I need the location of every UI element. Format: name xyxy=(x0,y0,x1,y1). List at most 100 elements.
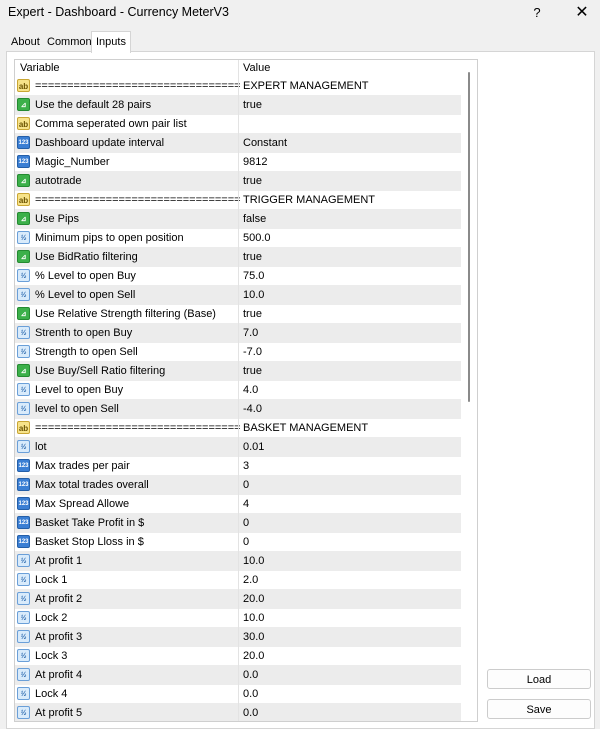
table-row[interactable]: ⊿ Use the default 28 pairs true xyxy=(15,96,461,115)
table-row[interactable]: ab ================================ BASKET… xyxy=(15,419,461,438)
variable-value[interactable]: -4.0 xyxy=(243,403,262,415)
table-row[interactable]: 123 Basket Take Profit in $ 0 xyxy=(15,514,461,533)
variable-value[interactable]: 20.0 xyxy=(243,650,264,662)
column-divider xyxy=(238,552,239,571)
table-row[interactable]: ⊿ Use Relative Strength filtering (Base) t… xyxy=(15,305,461,324)
table-row[interactable]: ½ Lock 3 20.0 xyxy=(15,647,461,666)
table-row[interactable]: ½ Strength to open Sell -7.0 xyxy=(15,343,461,362)
variable-value[interactable]: 9812 xyxy=(243,156,267,168)
variable-name: Minimum pips to open position xyxy=(35,232,184,244)
column-header-value[interactable]: Value xyxy=(243,62,270,74)
variable-value[interactable]: Constant xyxy=(243,137,287,149)
save-button[interactable]: Save xyxy=(487,699,591,719)
variable-value[interactable]: 20.0 xyxy=(243,593,264,605)
double-type-icon: ½ xyxy=(17,668,30,681)
variable-value[interactable]: 30.0 xyxy=(243,631,264,643)
table-row[interactable]: ½ Lock 2 10.0 xyxy=(15,609,461,628)
variable-value[interactable]: true xyxy=(243,175,262,187)
bool-type-icon: ⊿ xyxy=(17,212,30,225)
column-divider xyxy=(238,210,239,229)
variable-value[interactable]: 0.01 xyxy=(243,441,264,453)
table-row[interactable]: ½ At profit 2 20.0 xyxy=(15,590,461,609)
bool-type-icon: ⊿ xyxy=(17,174,30,187)
variable-value[interactable]: 2.0 xyxy=(243,574,258,586)
load-button[interactable]: Load xyxy=(487,669,591,689)
variable-value[interactable]: 75.0 xyxy=(243,270,264,282)
variable-value[interactable]: 4.0 xyxy=(243,384,258,396)
variable-name: autotrade xyxy=(35,175,82,187)
table-row[interactable]: 123 Max trades per pair 3 xyxy=(15,457,461,476)
close-button[interactable]: ✕ xyxy=(571,3,593,23)
variable-name: Lock 2 xyxy=(35,612,68,624)
variable-value[interactable]: 7.0 xyxy=(243,327,258,339)
table-row[interactable]: ab ================================ TRIGGE… xyxy=(15,191,461,210)
table-row[interactable]: ½ lot 0.01 xyxy=(15,438,461,457)
variable-name: Max trades per pair xyxy=(35,460,130,472)
tab-about[interactable]: About xyxy=(7,33,44,51)
table-row[interactable]: ½ Minimum pips to open position 500.0 xyxy=(15,229,461,248)
table-row[interactable]: ½ At profit 1 10.0 xyxy=(15,552,461,571)
variable-value[interactable]: true xyxy=(243,251,262,263)
scrollbar-thumb[interactable] xyxy=(468,72,470,402)
variable-value[interactable]: 0.0 xyxy=(243,669,258,681)
integer-type-icon: 123 xyxy=(17,535,30,548)
variable-value[interactable]: 4 xyxy=(243,498,249,510)
table-row[interactable]: ½ Lock 1 2.0 xyxy=(15,571,461,590)
column-header-variable[interactable]: Variable xyxy=(20,62,60,74)
table-row[interactable]: 123 Max total trades overall 0 xyxy=(15,476,461,495)
table-row[interactable]: ½ Lock 4 0.0 xyxy=(15,685,461,704)
table-row[interactable]: ½ Level to open Buy 4.0 xyxy=(15,381,461,400)
table-row[interactable]: ½ Strenth to open Buy 7.0 xyxy=(15,324,461,343)
table-row[interactable]: 123 Dashboard update interval Constant xyxy=(15,134,461,153)
table-row[interactable]: ⊿ Use BidRatio filtering true xyxy=(15,248,461,267)
variable-value[interactable]: 500.0 xyxy=(243,232,271,244)
tab-inputs[interactable]: Inputs xyxy=(91,31,131,53)
table-row[interactable]: ab ================================ EXPERT… xyxy=(15,77,461,96)
variable-value[interactable]: EXPERT MANAGEMENT xyxy=(243,80,369,92)
variable-value[interactable]: 10.0 xyxy=(243,555,264,567)
column-divider xyxy=(238,514,239,533)
variable-value[interactable]: 10.0 xyxy=(243,289,264,301)
variable-value[interactable]: 0 xyxy=(243,536,249,548)
table-row[interactable]: 123 Max Spread Allowe 4 xyxy=(15,495,461,514)
table-row[interactable]: ½ level to open Sell -4.0 xyxy=(15,400,461,419)
table-row[interactable]: ½ At profit 4 0.0 xyxy=(15,666,461,685)
grid-rows: ab ================================ EXPERT… xyxy=(15,77,461,721)
variable-value[interactable]: BASKET MANAGEMENT xyxy=(243,422,368,434)
variable-value[interactable]: 3 xyxy=(243,460,249,472)
column-divider xyxy=(238,419,239,438)
variable-name: Lock 4 xyxy=(35,688,68,700)
table-row[interactable]: 123 Basket Stop Lloss in $ 0 xyxy=(15,533,461,552)
tab-common[interactable]: Common xyxy=(43,33,96,51)
table-row[interactable]: ½ % Level to open Buy 75.0 xyxy=(15,267,461,286)
bool-type-icon: ⊿ xyxy=(17,250,30,263)
variable-value[interactable]: 0 xyxy=(243,517,249,529)
table-row[interactable]: 123 Magic_Number 9812 xyxy=(15,153,461,172)
help-button[interactable]: ? xyxy=(526,3,548,23)
variable-value[interactable]: true xyxy=(243,99,262,111)
variable-value[interactable]: 10.0 xyxy=(243,612,264,624)
table-row[interactable]: ⊿ autotrade true xyxy=(15,172,461,191)
column-divider xyxy=(238,286,239,305)
table-row[interactable]: ½ At profit 3 30.0 xyxy=(15,628,461,647)
table-row[interactable]: ½ At profit 5 0.0 xyxy=(15,704,461,721)
table-row[interactable]: ⊿ Use Buy/Sell Ratio filtering true xyxy=(15,362,461,381)
table-row[interactable]: ½ % Level to open Sell 10.0 xyxy=(15,286,461,305)
double-type-icon: ½ xyxy=(17,687,30,700)
variable-value[interactable]: false xyxy=(243,213,266,225)
variable-value[interactable]: 0 xyxy=(243,479,249,491)
column-divider xyxy=(238,191,239,210)
variable-value[interactable]: -7.0 xyxy=(243,346,262,358)
table-row[interactable]: ab Comma seperated own pair list xyxy=(15,115,461,134)
variable-value[interactable]: true xyxy=(243,365,262,377)
vertical-scrollbar[interactable] xyxy=(461,60,477,721)
variable-value[interactable]: true xyxy=(243,308,262,320)
table-row[interactable]: ⊿ Use Pips false xyxy=(15,210,461,229)
bool-type-icon: ⊿ xyxy=(17,364,30,377)
variable-value[interactable]: 0.0 xyxy=(243,688,258,700)
variable-value[interactable]: 0.0 xyxy=(243,707,258,719)
variable-name: Use Pips xyxy=(35,213,80,225)
string-type-icon: ab xyxy=(17,117,30,130)
column-divider xyxy=(238,704,239,721)
variable-value[interactable]: TRIGGER MANAGEMENT xyxy=(243,194,375,206)
